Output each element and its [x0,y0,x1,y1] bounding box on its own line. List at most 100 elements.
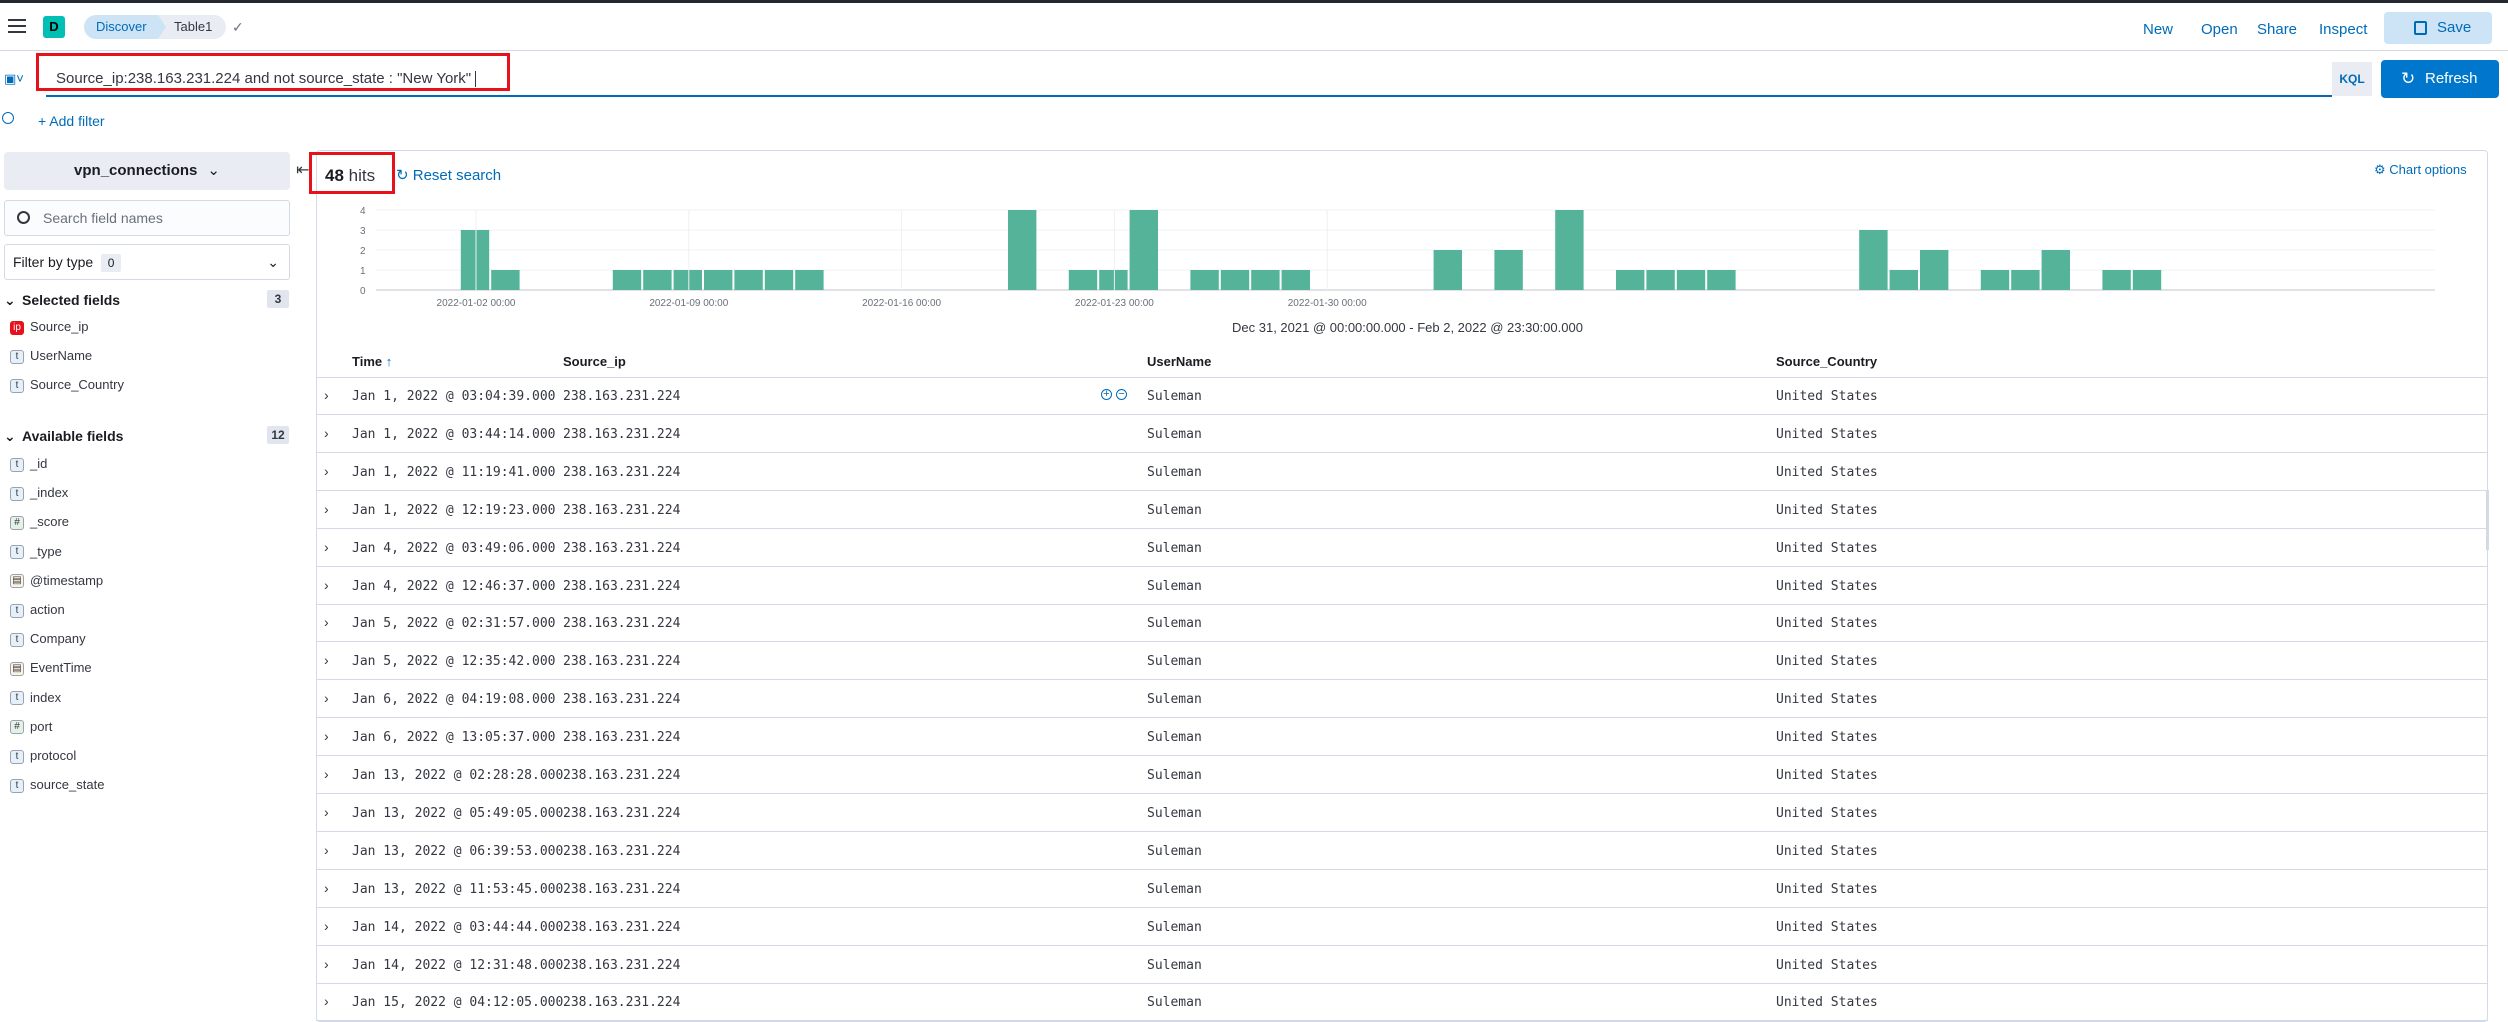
table-row[interactable]: › Jan 14, 2022 @ 03:44:44.000 238.163.231.… [316,908,2488,946]
table-row[interactable]: › Jan 1, 2022 @ 12:19:23.000 238.163.231.2… [316,491,2488,529]
histogram-bar [460,230,490,290]
table-row[interactable]: › Jan 15, 2022 @ 04:12:05.000 238.163.231.… [316,983,2488,1022]
table-row[interactable]: › Jan 1, 2022 @ 03:44:14.000 238.163.231.2… [316,415,2488,453]
field-item[interactable]: t UserName [10,346,92,366]
field-item[interactable]: t Source_Country [10,375,124,395]
chevron-down-icon: ⌄ [207,162,220,179]
field-item[interactable]: ▤ @timestamp [10,571,103,591]
field-type-icon: # [10,720,24,735]
expand-row-icon[interactable]: › [324,539,329,555]
histogram-bar [612,270,642,290]
x-tick-label: 2022-01-09 00:00 [649,298,728,309]
table-cell: 238.163.231.224 [563,578,681,594]
field-item[interactable]: t Company [10,629,86,649]
field-item[interactable]: ip Source_ip [10,317,89,337]
open-link[interactable]: Open [2201,21,2238,38]
column-header-username[interactable]: UserName [1147,354,1211,369]
table-row[interactable]: › Jan 6, 2022 @ 04:19:08.000 238.163.231.2… [316,680,2488,719]
expand-row-icon[interactable]: › [324,766,329,782]
selected-fields-toggle[interactable]: ⌄ Selected fields [4,292,120,309]
field-item[interactable]: # _score [10,512,69,532]
table-row[interactable]: › Jan 13, 2022 @ 11:53:45.000 238.163.231.… [316,870,2488,908]
expand-row-icon[interactable]: › [324,918,329,934]
table-row[interactable]: › Jan 13, 2022 @ 06:39:53.000 238.163.231.… [316,832,2488,870]
expand-row-icon[interactable]: › [324,577,329,593]
expand-row-icon[interactable]: › [324,425,329,441]
field-item[interactable]: ▤ EventTime [10,658,92,678]
table-row[interactable]: › Jan 4, 2022 @ 03:49:06.000 238.163.231.2… [316,529,2488,567]
field-search-input[interactable]: Search field names [4,200,290,236]
table-row[interactable]: › Jan 13, 2022 @ 02:28:28.000 238.163.231.… [316,756,2488,794]
expand-row-icon[interactable]: › [324,804,329,820]
filter-for-value-icon[interactable]: + [1101,389,1112,400]
index-pattern-selector[interactable]: vpn_connections ⌄ [4,152,290,190]
table-cell: Jan 13, 2022 @ 02:28:28.000 [352,768,564,783]
expand-row-icon[interactable]: › [324,728,329,744]
expand-row-icon[interactable]: › [324,993,329,1009]
expand-row-icon[interactable]: › [324,614,329,630]
expand-row-icon[interactable]: › [324,690,329,706]
field-item[interactable]: t _id [10,454,47,474]
expand-row-icon[interactable]: › [324,652,329,668]
table-cell: United States [1776,730,1878,746]
new-link[interactable]: New [2143,21,2173,38]
x-tick-label: 2022-01-23 00:00 [1075,298,1154,309]
refresh-button[interactable]: ↻ Refresh [2381,60,2499,98]
saved-query-icon[interactable]: ▣˅ [4,71,24,87]
expand-row-icon[interactable]: › [324,387,329,403]
hamburger-menu-icon[interactable] [8,19,26,33]
field-item[interactable]: # port [10,717,52,737]
expand-row-icon[interactable]: › [324,463,329,479]
query-highlight-box [36,53,510,91]
table-row[interactable]: › Jan 1, 2022 @ 11:19:41.000 238.163.231.2… [316,453,2488,491]
filter-by-type-dropdown[interactable]: Filter by type 0 ⌄ [4,244,290,280]
field-item[interactable]: t index [10,688,61,708]
chart-options-button[interactable]: ⚙ Chart options [2374,162,2467,178]
field-item[interactable]: t _type [10,542,62,562]
table-row[interactable]: › Jan 13, 2022 @ 05:49:05.000 238.163.231.… [316,794,2488,832]
table-cell: Jan 1, 2022 @ 03:04:39.000 [352,389,556,404]
add-filter-link[interactable]: + Add filter [38,113,105,129]
column-header-source-country[interactable]: Source_Country [1776,354,1877,369]
field-type-icon: t [10,749,24,764]
table-row[interactable]: › Jan 1, 2022 @ 03:04:39.000 238.163.231.2… [316,377,2488,415]
table-cell: Suleman [1147,805,1202,821]
expand-row-icon[interactable]: › [324,880,329,896]
column-header-time[interactable]: Time ↑ [352,354,392,369]
table-cell: United States [1776,692,1878,708]
table-row[interactable]: › Jan 6, 2022 @ 13:05:37.000 238.163.231.2… [316,718,2488,757]
filter-out-value-icon[interactable]: − [1116,389,1127,400]
kql-toggle[interactable]: KQL [2332,62,2372,96]
table-cell: Jan 4, 2022 @ 03:49:06.000 [352,540,556,556]
space-avatar[interactable]: D [43,16,65,38]
field-item[interactable]: t _index [10,483,68,503]
field-item[interactable]: t source_state [10,775,104,795]
table-cell: 238.163.231.224 [563,919,681,935]
filter-options-icon[interactable] [2,112,14,124]
sort-asc-icon[interactable]: ↑ [386,354,393,369]
table-row[interactable]: › Jan 5, 2022 @ 12:35:42.000 238.163.231.2… [316,642,2488,681]
field-item[interactable]: t protocol [10,746,76,766]
table-row[interactable]: › Jan 14, 2022 @ 12:31:48.000 238.163.231.… [316,946,2488,984]
table-cell: 238.163.231.224 [563,654,681,670]
histogram-bar [1251,270,1280,290]
share-link[interactable]: Share [2257,21,2297,38]
reset-search-button[interactable]: ↻ Reset search [396,166,501,184]
scrollbar[interactable] [2486,490,2489,550]
expand-row-icon[interactable]: › [324,501,329,517]
column-header-source-ip[interactable]: Source_ip [563,354,626,369]
available-fields-toggle[interactable]: ⌄ Available fields [4,428,123,445]
save-button[interactable]: Save [2384,12,2492,44]
field-search-placeholder: Search field names [43,210,163,226]
table-cell: Jan 6, 2022 @ 13:05:37.000 [352,730,556,746]
expand-row-icon[interactable]: › [324,956,329,972]
expand-row-icon[interactable]: › [324,842,329,858]
field-item[interactable]: t action [10,600,65,620]
table-cell: Suleman [1147,616,1202,632]
table-row[interactable]: › Jan 4, 2022 @ 12:46:37.000 238.163.231.2… [316,567,2488,605]
y-tick-label: 4 [360,206,366,217]
collapse-sidebar-icon[interactable]: ⇤ [296,160,309,180]
inspect-link[interactable]: Inspect [2319,21,2367,38]
hits-highlight-box [309,152,395,194]
table-row[interactable]: › Jan 5, 2022 @ 02:31:57.000 238.163.231.2… [316,604,2488,643]
